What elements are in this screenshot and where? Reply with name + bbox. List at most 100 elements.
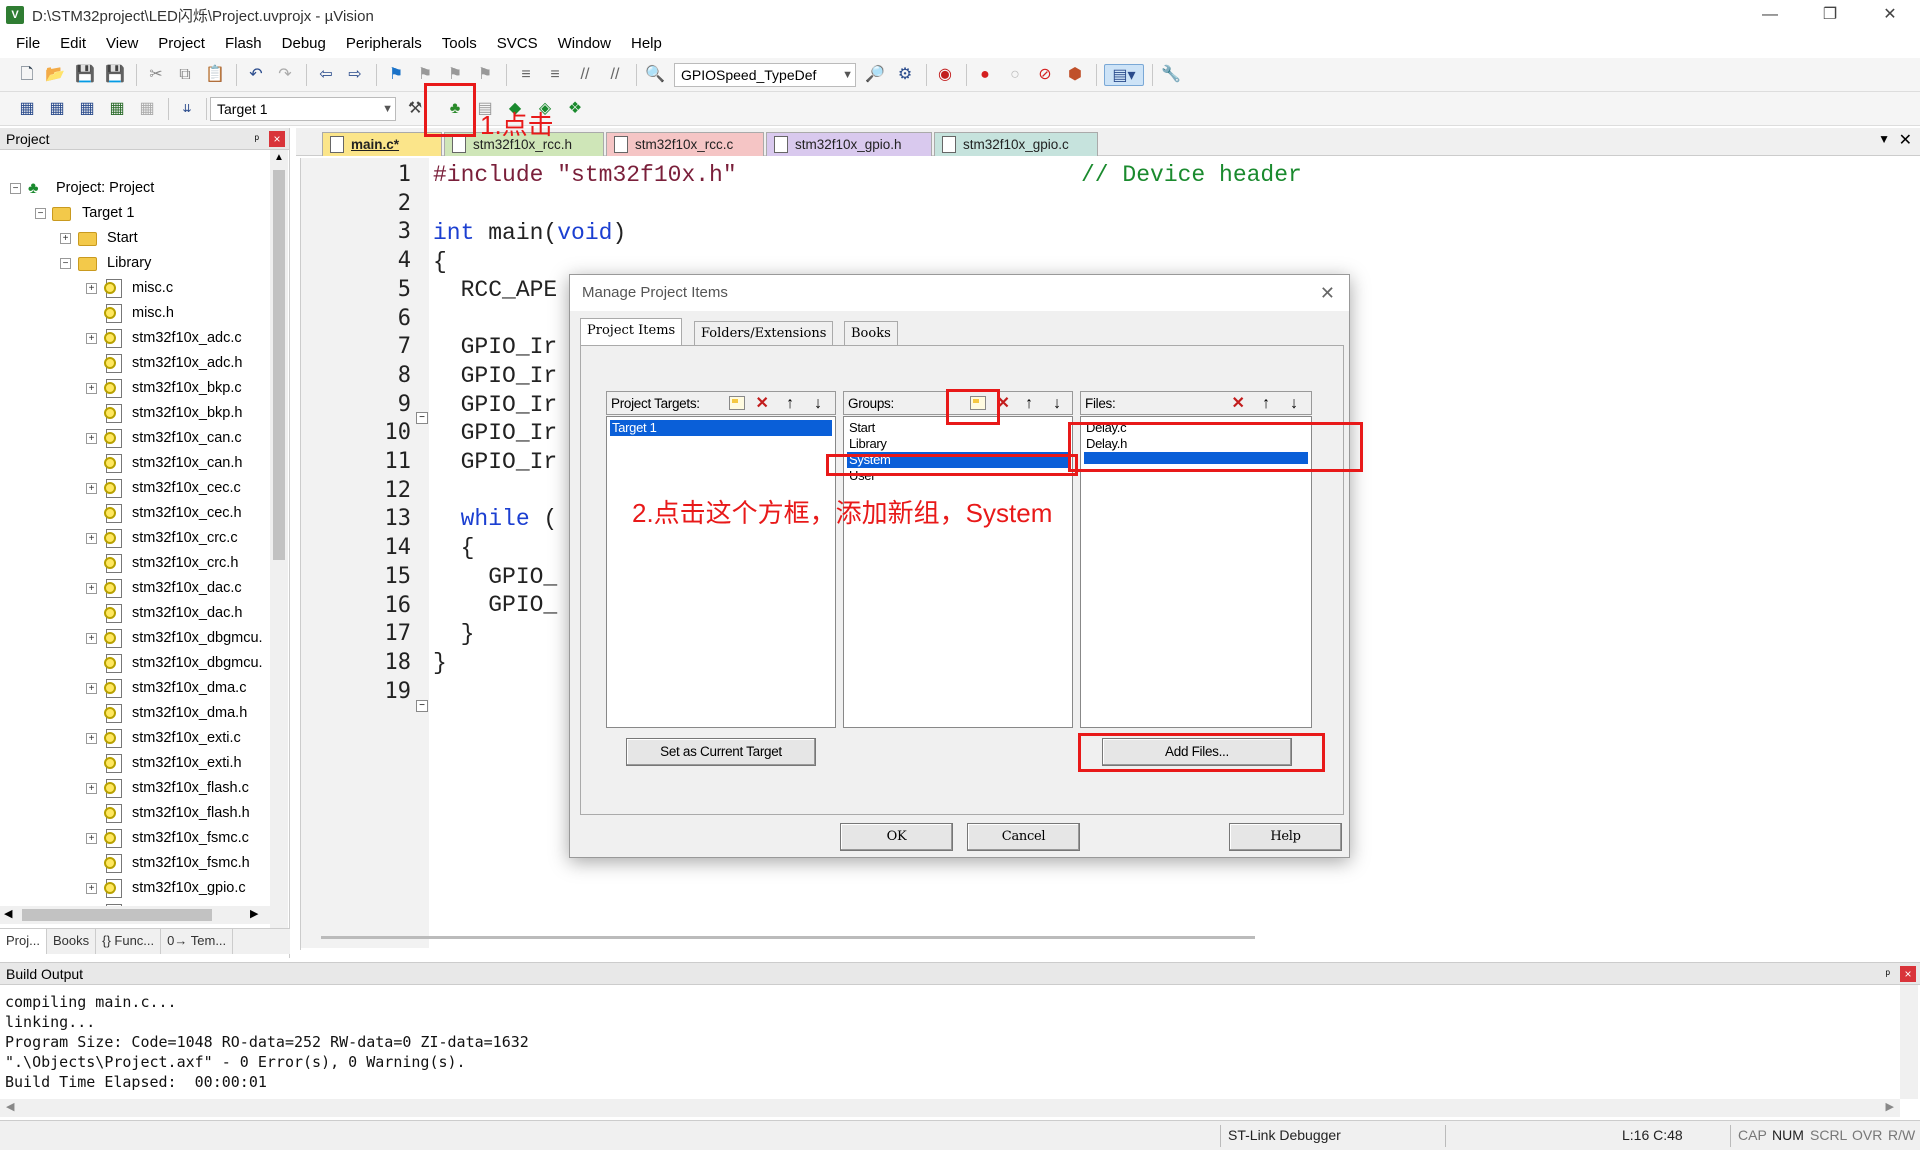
uncomment-icon[interactable]: //	[604, 64, 626, 86]
menu-project[interactable]: Project	[148, 35, 215, 52]
expand-icon[interactable]: +	[86, 383, 97, 394]
minimize-button[interactable]: —	[1740, 0, 1800, 30]
tab-list-chevron-icon[interactable]: ▼	[1878, 132, 1890, 146]
close-panel-icon[interactable]: ×	[1900, 966, 1916, 982]
open-file-icon[interactable]: 📂	[44, 64, 66, 86]
paste-icon[interactable]: 📋	[204, 64, 226, 86]
menu-edit[interactable]: Edit	[50, 35, 96, 52]
collapse-icon[interactable]: −	[35, 208, 46, 219]
restore-button[interactable]: ❐	[1800, 0, 1860, 30]
configure-icon[interactable]: 🔧	[1160, 64, 1182, 86]
pin-icon[interactable]: ᵖ	[254, 128, 259, 150]
tab-books[interactable]: Books	[47, 929, 97, 954]
fold-icon[interactable]: −	[416, 700, 428, 712]
target-item[interactable]: Target 1	[610, 420, 832, 436]
close-window-button[interactable]: ✕	[1860, 0, 1920, 30]
breakpoint-icon[interactable]: ●	[974, 64, 996, 86]
fold-icon[interactable]: −	[416, 412, 428, 424]
expand-icon[interactable]: +	[86, 483, 97, 494]
indent-icon[interactable]: ≡	[515, 64, 537, 86]
expand-icon[interactable]: +	[86, 833, 97, 844]
scroll-left-icon[interactable]: ◀	[4, 907, 12, 920]
expand-icon[interactable]: +	[86, 633, 97, 644]
expand-icon[interactable]: +	[86, 883, 97, 894]
close-panel-icon[interactable]: ×	[269, 131, 285, 147]
output-vscroll[interactable]	[1900, 985, 1918, 1099]
tab-books[interactable]: Books	[844, 321, 898, 345]
run-time-env-icon[interactable]: ❖	[564, 98, 586, 120]
redo-icon[interactable]: ↷	[274, 64, 296, 86]
rebuild-icon[interactable]: ▦	[76, 98, 98, 120]
save-all-icon[interactable]: 💾	[104, 64, 126, 86]
find-combo[interactable]: GPIOSpeed_TypeDef ▼	[674, 63, 856, 87]
tab-gpio-c[interactable]: stm32f10x_gpio.c	[934, 132, 1098, 156]
target-select[interactable]: Target 1 ▼	[210, 97, 396, 121]
disable-breakpoint-icon[interactable]: ○	[1004, 64, 1026, 86]
new-file-icon[interactable]: 🗋	[16, 64, 38, 86]
tab-gpio-h[interactable]: stm32f10x_gpio.h	[766, 132, 932, 156]
set-current-target-button[interactable]: Set as Current Target	[626, 738, 816, 766]
copy-icon[interactable]: ⧉	[174, 64, 196, 86]
pin-icon[interactable]: ᵖ	[1885, 963, 1890, 985]
new-target-icon[interactable]	[729, 396, 745, 410]
debug-session-icon[interactable]: ◉	[934, 64, 956, 86]
scroll-thumb[interactable]	[22, 909, 212, 921]
menu-peripherals[interactable]: Peripherals	[336, 35, 432, 52]
menu-view[interactable]: View	[96, 35, 148, 52]
nav-back-icon[interactable]: ⇦	[315, 64, 337, 86]
expand-icon[interactable]: +	[86, 433, 97, 444]
editor-hscroll[interactable]	[321, 936, 1255, 939]
collapse-icon[interactable]: −	[10, 183, 21, 194]
tab-functions[interactable]: {} Func...	[96, 929, 162, 954]
expand-icon[interactable]: +	[86, 583, 97, 594]
tab-rcc-c[interactable]: stm32f10x_rcc.c	[606, 132, 764, 156]
collapse-icon[interactable]: −	[60, 258, 71, 269]
scroll-right-icon[interactable]: ▶	[1886, 1100, 1894, 1113]
menu-flash[interactable]: Flash	[215, 35, 272, 52]
tab-templates[interactable]: 0→ Tem...	[161, 929, 234, 954]
close-tab-icon[interactable]: ✕	[1899, 130, 1912, 150]
expand-icon[interactable]: +	[86, 533, 97, 544]
menu-help[interactable]: Help	[621, 35, 672, 52]
download-icon[interactable]: ⇊	[176, 98, 198, 120]
move-down-icon[interactable]: ↓	[1048, 395, 1066, 413]
translate-icon[interactable]: ▦	[16, 98, 38, 120]
find-in-files-icon[interactable]: 🔍	[644, 64, 666, 86]
undo-icon[interactable]: ↶	[245, 64, 267, 86]
nav-forward-icon[interactable]: ⇨	[344, 64, 366, 86]
expand-icon[interactable]: +	[86, 283, 97, 294]
save-icon[interactable]: 💾	[74, 64, 96, 86]
incremental-find-icon[interactable]: ⚙	[894, 64, 916, 86]
stop-build-icon[interactable]: ▦	[136, 98, 158, 120]
kill-all-breakpoints-icon[interactable]: ⬢	[1064, 64, 1086, 86]
menu-debug[interactable]: Debug	[272, 35, 336, 52]
scroll-left-icon[interactable]: ◀	[6, 1100, 14, 1113]
menu-svcs[interactable]: SVCS	[487, 35, 548, 52]
project-tree-vscroll[interactable]: ▲	[270, 150, 288, 930]
move-up-icon[interactable]: ↑	[781, 395, 799, 413]
delete-file-icon[interactable]: ✕	[1229, 395, 1247, 413]
menu-window[interactable]: Window	[548, 35, 621, 52]
unindent-icon[interactable]: ≡	[544, 64, 566, 86]
menu-file[interactable]: File	[6, 35, 50, 52]
tab-project-items[interactable]: Project Items	[580, 318, 683, 345]
move-down-icon[interactable]: ↓	[1285, 395, 1303, 413]
scroll-right-icon[interactable]: ▶	[250, 907, 258, 920]
expand-icon[interactable]: +	[60, 233, 71, 244]
window-layout-icon[interactable]: ▤▾	[1104, 64, 1144, 86]
output-hscroll[interactable]: ◀ ▶	[0, 1099, 1900, 1117]
scroll-up-icon[interactable]: ▲	[272, 152, 286, 166]
scroll-thumb[interactable]	[273, 170, 285, 560]
dialog-close-icon[interactable]: ✕	[1320, 275, 1335, 311]
cancel-button[interactable]: Cancel	[967, 823, 1080, 851]
expand-icon[interactable]: +	[86, 733, 97, 744]
expand-icon[interactable]: +	[86, 333, 97, 344]
expand-icon[interactable]: +	[86, 683, 97, 694]
batch-build-icon[interactable]: ▦	[106, 98, 128, 120]
help-button[interactable]: Help	[1229, 823, 1342, 851]
clear-bookmarks-icon[interactable]: ⚑	[474, 64, 496, 86]
find-icon[interactable]: 🔎	[864, 64, 886, 86]
build-icon[interactable]: ▦	[46, 98, 68, 120]
cut-icon[interactable]: ✂	[145, 64, 167, 86]
options-for-target-icon[interactable]: ⚒	[404, 98, 426, 120]
